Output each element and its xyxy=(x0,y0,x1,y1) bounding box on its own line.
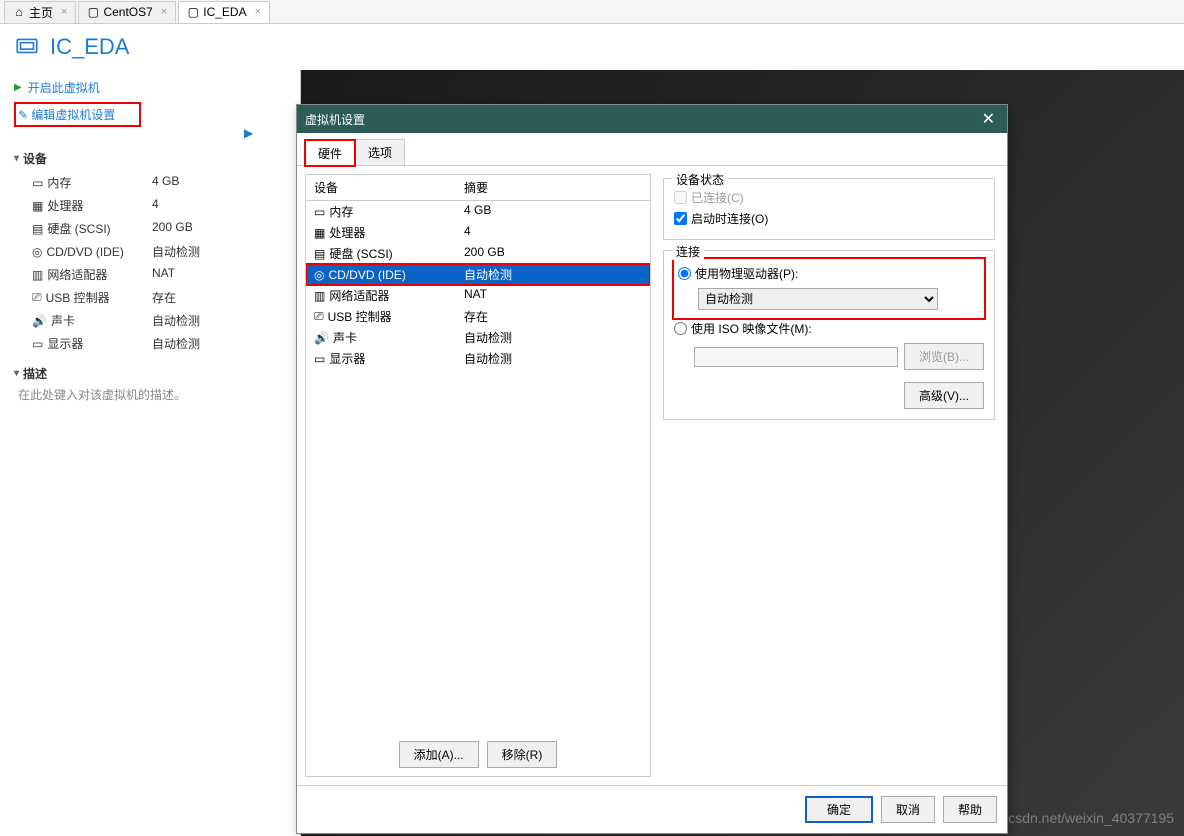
device-disk[interactable]: ▤硬盘 (SCSI)200 GB xyxy=(14,217,266,240)
device-sound[interactable]: 🔊声卡自动检测 xyxy=(14,309,266,332)
device-cddvd[interactable]: ◎CD/DVD (IDE)自动检测 xyxy=(14,240,266,263)
row-cpu[interactable]: ▦处理器4 xyxy=(306,222,650,243)
power-on-link[interactable]: 开启此虚拟机 xyxy=(14,76,266,99)
physical-radio-input[interactable] xyxy=(678,267,691,280)
add-button[interactable]: 添加(A)... xyxy=(399,741,479,768)
disc-icon: ◎ xyxy=(314,268,324,282)
row-display[interactable]: ▭显示器自动检测 xyxy=(306,348,650,369)
remove-button[interactable]: 移除(R) xyxy=(487,741,558,768)
cpu-icon: ▦ xyxy=(314,226,325,240)
sidebar: 开启此虚拟机 ✎ 编辑虚拟机设置 ▶ 设备 ▭内存4 GB ▦处理器4 ▤硬盘 … xyxy=(0,70,280,409)
connected-input xyxy=(674,191,687,204)
network-icon: ▥ xyxy=(32,268,43,282)
ok-button[interactable]: 确定 xyxy=(805,796,873,823)
top-tabs: ⌂ 主页 × ▢ CentOS7 × ▢ IC_EDA × xyxy=(0,0,1184,24)
sound-icon: 🔊 xyxy=(32,314,47,328)
tab-ic-eda[interactable]: ▢ IC_EDA × xyxy=(178,1,270,23)
dialog-title: 虚拟机设置 xyxy=(305,111,365,128)
sound-icon: 🔊 xyxy=(314,331,329,345)
memory-icon: ▭ xyxy=(32,176,43,190)
description-header[interactable]: 描述 xyxy=(14,365,266,382)
group-title: 连接 xyxy=(672,243,704,260)
description-placeholder[interactable]: 在此处键入对该虚拟机的描述。 xyxy=(14,386,266,403)
devices-header[interactable]: 设备 xyxy=(14,150,266,167)
connected-checkbox: 已连接(C) xyxy=(674,187,984,208)
vm-icon xyxy=(14,34,40,60)
tab-options[interactable]: 选项 xyxy=(355,139,405,165)
tab-hardware[interactable]: 硬件 xyxy=(305,140,355,166)
settings-panel: 设备状态 已连接(C) 启动时连接(O) 连接 使用物理驱动器(P): xyxy=(659,174,999,777)
iso-path-input xyxy=(694,347,898,367)
vm-settings-dialog: 虚拟机设置 ✕ 硬件 选项 设备 摘要 ▭内存4 GB ▦处理器4 ▤硬盘 (S… xyxy=(296,104,1008,834)
row-disk[interactable]: ▤硬盘 (SCSI)200 GB xyxy=(306,243,650,264)
device-list: ▭内存4 GB ▦处理器4 ▤硬盘 (SCSI)200 GB ◎CD/DVD (… xyxy=(14,171,266,355)
tab-centos7[interactable]: ▢ CentOS7 × xyxy=(78,1,176,23)
use-iso-radio[interactable]: 使用 ISO 映像文件(M): xyxy=(674,318,984,339)
advanced-button[interactable]: 高级(V)... xyxy=(904,382,984,409)
vm-header: IC_EDA xyxy=(0,24,1184,70)
device-memory[interactable]: ▭内存4 GB xyxy=(14,171,266,194)
device-cpu[interactable]: ▦处理器4 xyxy=(14,194,266,217)
row-sound[interactable]: 🔊声卡自动检测 xyxy=(306,327,650,348)
display-icon: ▭ xyxy=(314,352,325,366)
device-table: 设备 摘要 ▭内存4 GB ▦处理器4 ▤硬盘 (SCSI)200 GB ◎CD… xyxy=(306,175,650,733)
device-status-group: 设备状态 已连接(C) 启动时连接(O) xyxy=(663,178,995,240)
use-physical-radio[interactable]: 使用物理驱动器(P): xyxy=(678,263,980,284)
cpu-icon: ▦ xyxy=(32,199,43,213)
disk-icon: ▤ xyxy=(314,247,325,261)
vm-icon: ▢ xyxy=(187,6,199,18)
device-panel: 设备 摘要 ▭内存4 GB ▦处理器4 ▤硬盘 (SCSI)200 GB ◎CD… xyxy=(305,174,651,777)
dialog-tabs: 硬件 选项 xyxy=(297,133,1007,166)
close-button[interactable]: ✕ xyxy=(978,109,999,129)
disk-icon: ▤ xyxy=(32,222,43,236)
usb-icon: ⎚ xyxy=(314,309,324,324)
dialog-footer: 确定 取消 帮助 xyxy=(297,785,1007,833)
tab-home[interactable]: ⌂ 主页 × xyxy=(4,1,76,23)
close-icon[interactable]: × xyxy=(255,6,261,18)
tab-label: CentOS7 xyxy=(103,5,152,19)
network-icon: ▥ xyxy=(314,289,325,303)
vm-title: IC_EDA xyxy=(50,34,129,60)
row-memory[interactable]: ▭内存4 GB xyxy=(306,201,650,222)
play-icon: ▶ xyxy=(244,126,266,140)
device-display[interactable]: ▭显示器自动检测 xyxy=(14,332,266,355)
home-icon: ⌂ xyxy=(13,6,25,18)
physical-drive-select[interactable]: 自动检测 xyxy=(698,288,938,310)
memory-icon: ▭ xyxy=(314,205,325,219)
edit-settings-link[interactable]: ✎ 编辑虚拟机设置 xyxy=(14,99,266,130)
row-usb[interactable]: ⎚USB 控制器存在 xyxy=(306,306,650,327)
table-header: 设备 摘要 xyxy=(306,175,650,201)
device-network[interactable]: ▥网络适配器NAT xyxy=(14,263,266,286)
connect-on-power-checkbox[interactable]: 启动时连接(O) xyxy=(674,208,984,229)
tab-label: 主页 xyxy=(29,4,53,21)
usb-icon: ⎚ xyxy=(32,290,42,305)
vm-icon: ▢ xyxy=(87,6,99,18)
close-icon[interactable]: × xyxy=(61,6,67,18)
dialog-titlebar: 虚拟机设置 ✕ xyxy=(297,105,1007,133)
device-usb[interactable]: ⎚USB 控制器存在 xyxy=(14,286,266,309)
iso-radio-input[interactable] xyxy=(674,322,687,335)
row-network[interactable]: ▥网络适配器NAT xyxy=(306,285,650,306)
group-title: 设备状态 xyxy=(672,171,728,188)
help-button[interactable]: 帮助 xyxy=(943,796,997,823)
connection-group: 连接 使用物理驱动器(P): 自动检测 使用 ISO 映像文件(M): xyxy=(663,250,995,420)
tab-label: IC_EDA xyxy=(203,5,246,19)
display-icon: ▭ xyxy=(32,337,43,351)
browse-button: 浏览(B)... xyxy=(904,343,984,370)
close-icon[interactable]: × xyxy=(161,6,167,18)
row-cddvd[interactable]: ◎CD/DVD (IDE)自动检测 xyxy=(306,264,650,285)
disc-icon: ◎ xyxy=(32,245,42,259)
cancel-button[interactable]: 取消 xyxy=(881,796,935,823)
edit-icon: ✎ xyxy=(18,108,28,122)
col-summary[interactable]: 摘要 xyxy=(456,175,650,200)
col-device[interactable]: 设备 xyxy=(306,175,456,200)
connect-on-input[interactable] xyxy=(674,212,687,225)
